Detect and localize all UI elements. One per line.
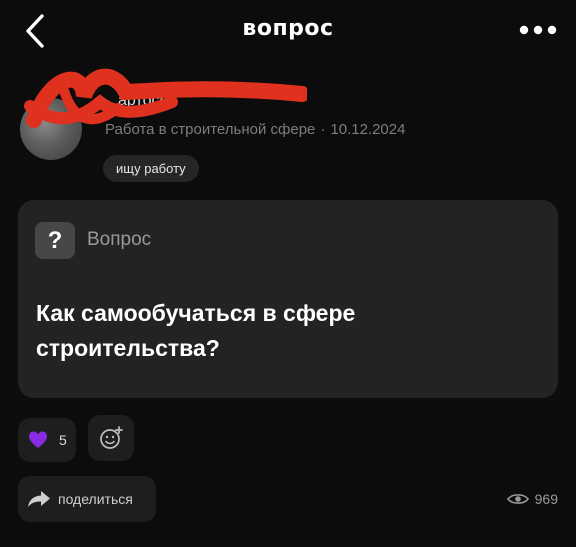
more-horizontal-icon[interactable]: [518, 24, 558, 36]
reaction-button[interactable]: 5: [18, 418, 76, 462]
post-date: 10.12.2024: [330, 121, 406, 138]
question-label: Вопрос: [87, 229, 152, 250]
question-mark-icon: ?: [35, 222, 75, 259]
reaction-count: 5: [59, 432, 67, 448]
workplace-text: Работа в строительной сфере: [105, 121, 316, 138]
add-reaction-button[interactable]: [88, 415, 134, 461]
author-meta: Работа в строительной сфере · 10.12.2024: [105, 121, 405, 138]
question-card[interactable]: ? Вопрос Как самообучаться в сфере строи…: [18, 200, 558, 398]
question-text: Как самообучаться в сфере строительства?: [36, 300, 356, 361]
purple-heart-icon: [29, 431, 47, 448]
share-arrow-icon: [28, 491, 50, 507]
status-badge: ищу работу: [103, 155, 199, 182]
views-count: 969: [534, 491, 558, 507]
share-label: поделиться: [58, 491, 133, 507]
page-title: вопрос: [242, 16, 334, 41]
views-counter: 969: [506, 489, 558, 509]
top-bar: вопрос: [0, 0, 576, 66]
eye-icon: [506, 494, 529, 504]
add-reaction-icon: [100, 426, 123, 449]
meta-separator: ·: [320, 121, 326, 138]
share-button[interactable]: поделиться: [18, 476, 156, 522]
